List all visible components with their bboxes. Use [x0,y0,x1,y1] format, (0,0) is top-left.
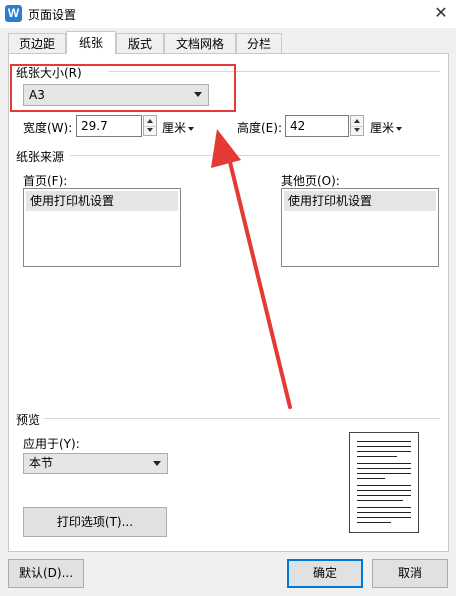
window-title: 页面设置 [28,8,77,22]
tab-margins[interactable]: 页边距 [8,33,66,53]
height-unit-label: 厘米 [370,121,395,135]
caret-down-icon [147,128,153,132]
chevron-down-icon [188,126,195,131]
close-button[interactable]: ✕ [428,1,454,25]
other-pages-listbox[interactable]: 使用打印机设置 [281,188,439,267]
print-options-button[interactable]: 打印选项(T)... [23,507,167,537]
tab-columns[interactable]: 分栏 [236,33,282,53]
preview-text-line [357,473,411,474]
preview-text-line [357,468,411,469]
height-unit-dropdown[interactable]: 厘米 [370,119,403,136]
apply-to-value: 本节 [29,456,54,470]
arrow-shaft [226,152,292,409]
first-page-label: 首页(F): [23,174,68,188]
list-item[interactable]: 使用打印机设置 [284,191,436,211]
chevron-down-icon [153,460,161,466]
width-label: 宽度(W): [23,121,73,135]
title-bar: W 页面设置 ✕ [0,0,456,28]
caret-up-icon [147,119,153,123]
preview-group-label: 预览 [16,413,41,427]
width-input[interactable]: 29.7 [76,115,142,137]
tab-paper[interactable]: 纸张 [66,31,116,54]
apply-to-label: 应用于(Y): [23,437,80,451]
preview-text-line [357,507,411,508]
preview-text-line [357,456,397,457]
list-item[interactable]: 使用打印机设置 [26,191,178,211]
chevron-down-icon [396,126,403,131]
tab-document-grid[interactable]: 文档网格 [164,33,236,53]
preview-text-line [357,500,403,501]
width-unit-label: 厘米 [162,121,187,135]
width-decrement-button[interactable] [144,126,156,136]
preview-text-line [357,446,411,447]
width-unit-dropdown[interactable]: 厘米 [162,119,195,136]
preview-text-line [357,522,391,523]
paper-source-group-label: 纸张来源 [16,150,65,164]
annotation-highlight-box [10,64,236,112]
caret-down-icon [354,128,360,132]
height-spinner[interactable] [350,115,364,136]
divider [44,418,440,419]
preview-text-line [357,517,411,518]
page-preview [349,432,419,533]
caret-up-icon [354,119,360,123]
preview-text-line [357,441,411,442]
cancel-button[interactable]: 取消 [372,559,448,588]
first-page-listbox[interactable]: 使用打印机设置 [23,188,181,267]
arrow-head [211,129,241,168]
app-icon: W [5,5,22,22]
preview-text-line [357,495,411,496]
preview-text-line [357,490,411,491]
apply-to-select[interactable]: 本节 [23,453,168,474]
preview-text-line [357,485,411,486]
preview-text-line [357,512,411,513]
ok-button[interactable]: 确定 [287,559,363,588]
preview-text-line [357,478,385,479]
default-button[interactable]: 默认(D)... [8,559,84,588]
annotation-arrow [211,129,292,409]
width-spinner[interactable] [143,115,157,136]
tab-layout[interactable]: 版式 [116,33,164,53]
preview-text-line [357,451,411,452]
preview-text-line [357,463,411,464]
height-decrement-button[interactable] [351,126,363,136]
